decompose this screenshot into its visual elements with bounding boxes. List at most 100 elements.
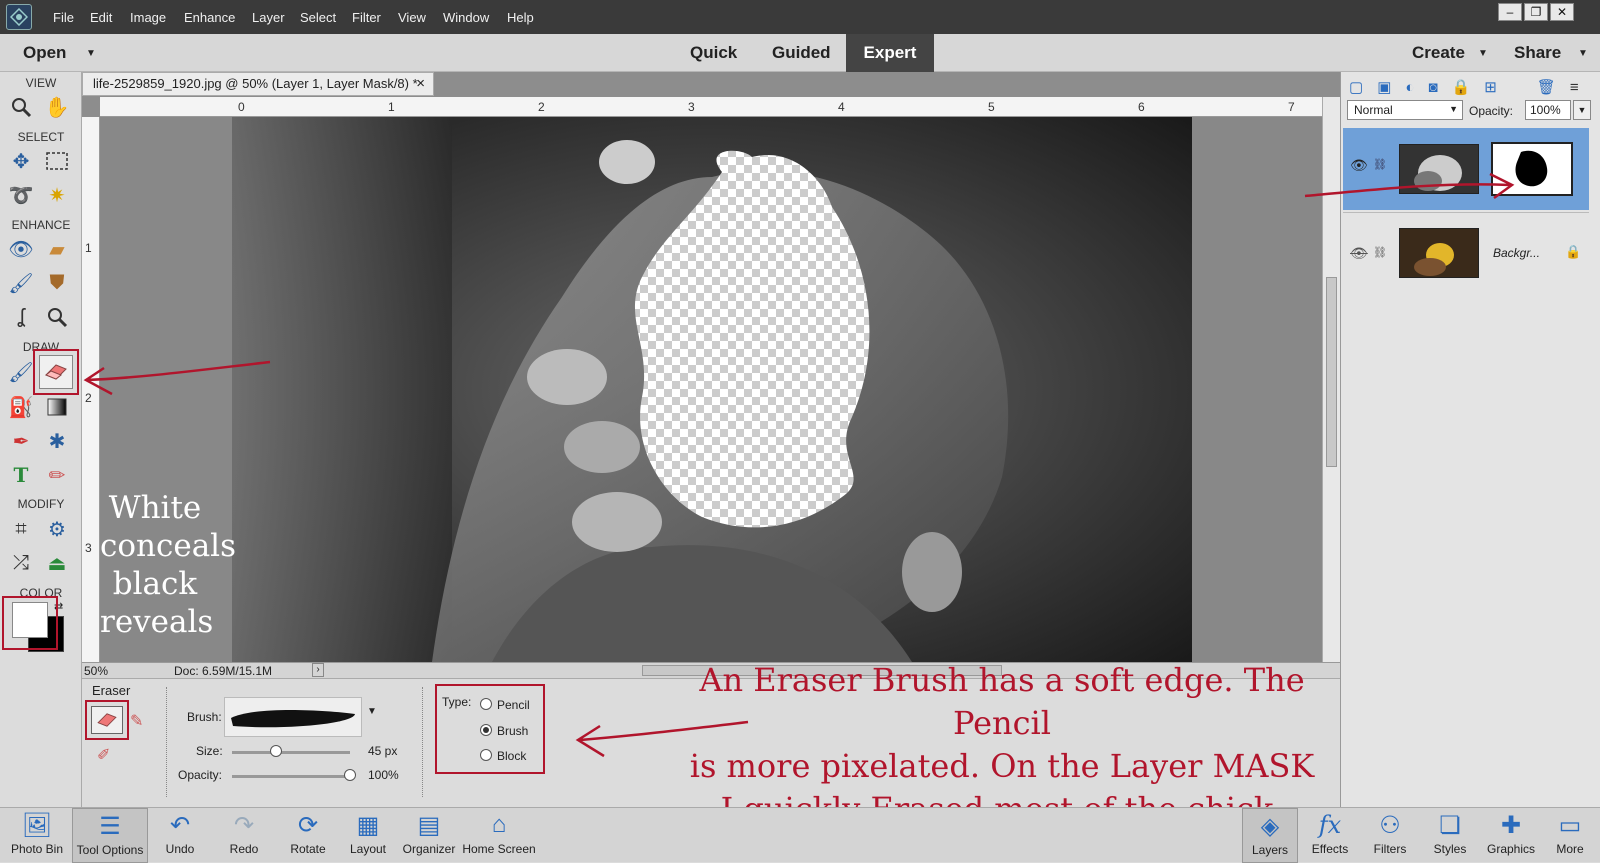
blend-mode-select[interactable]: Normal ▼: [1347, 100, 1463, 120]
panel-menu-icon[interactable]: ≡: [1570, 79, 1579, 96]
opacity-dropdown-icon[interactable]: ▼: [1573, 100, 1591, 120]
lock-transparent-icon[interactable]: ⊞: [1484, 78, 1497, 96]
rotate-button[interactable]: ⟳ Rotate: [280, 808, 336, 863]
menu-image[interactable]: Image: [130, 10, 166, 25]
layer1-thumbnail[interactable]: [1399, 144, 1479, 194]
photo-bin-button[interactable]: 🖼 Photo Bin: [5, 808, 69, 863]
lock-all-icon[interactable]: 🔒: [1452, 78, 1471, 96]
hand-tool-icon[interactable]: ✋: [42, 92, 72, 122]
color-picker-tool-icon[interactable]: ✒: [6, 426, 36, 456]
vertical-scroll-thumb[interactable]: [1326, 277, 1337, 467]
undo-button[interactable]: ↶ Undo: [152, 808, 208, 863]
organizer-button[interactable]: ▤ Organizer: [398, 808, 460, 863]
zoom-level[interactable]: 50%: [84, 664, 108, 678]
menu-file[interactable]: File: [53, 10, 74, 25]
link-icon[interactable]: ⛓: [1373, 246, 1387, 259]
open-dropdown-icon[interactable]: ▼: [86, 48, 96, 59]
image-canvas[interactable]: White conceals black reveals: [100, 117, 1322, 662]
tab-quick[interactable]: Quick: [690, 43, 737, 63]
visibility-eye-icon[interactable]: 👁: [1350, 157, 1368, 174]
adjustment-layer-icon[interactable]: ◐: [1405, 79, 1414, 96]
minimize-button[interactable]: –: [1498, 3, 1522, 21]
photo-hands-bw[interactable]: [232, 117, 1192, 662]
radio-pencil[interactable]: [480, 698, 492, 710]
menu-help[interactable]: Help: [507, 10, 534, 25]
menu-filter[interactable]: Filter: [352, 10, 381, 25]
effects-button[interactable]: fx Effects: [1302, 808, 1358, 863]
vertical-scrollbar[interactable]: [1322, 97, 1340, 662]
share-button[interactable]: Share: [1514, 43, 1561, 63]
menu-enhance[interactable]: Enhance: [184, 10, 235, 25]
document-tab[interactable]: life-2529859_1920.jpg @ 50% (Layer 1, La…: [82, 72, 434, 96]
status-menu-icon[interactable]: ›: [312, 663, 324, 677]
close-window-button[interactable]: ✕: [1550, 3, 1574, 21]
layer-mask-icon[interactable]: ◙: [1428, 79, 1437, 96]
type-tool-icon[interactable]: T: [6, 460, 36, 490]
styles-button[interactable]: ❏ Styles: [1422, 808, 1478, 863]
share-dropdown-icon[interactable]: ▼: [1578, 48, 1588, 59]
home-screen-button[interactable]: ⌂ Home Screen: [460, 808, 538, 863]
redo-button[interactable]: ↷ Redo: [216, 808, 272, 863]
tool-options-button[interactable]: ☰ Tool Options: [72, 808, 148, 863]
radio-brush[interactable]: [480, 724, 492, 736]
opacity-slider-thumb[interactable]: [344, 769, 356, 781]
hidden-eye-icon[interactable]: 👁: [1350, 245, 1368, 262]
open-button[interactable]: Open: [23, 43, 66, 63]
content-aware-move-tool-icon[interactable]: ⤮: [6, 548, 36, 578]
menu-view[interactable]: View: [398, 10, 426, 25]
link-icon[interactable]: ⛓: [1373, 158, 1387, 171]
magic-eraser-icon[interactable]: ✐: [97, 745, 110, 765]
layer-row-background[interactable]: 👁 ⛓ Backgr... 🔒: [1343, 212, 1589, 292]
brush-dropdown-icon[interactable]: ▼: [367, 706, 377, 717]
tab-expert[interactable]: Expert: [846, 34, 934, 72]
layer-mask-thumbnail[interactable]: [1491, 142, 1573, 196]
move-tool-icon[interactable]: ✥: [6, 146, 36, 176]
layers-button[interactable]: ◈ Layers: [1242, 808, 1298, 863]
new-layer-icon[interactable]: ▢: [1349, 78, 1363, 96]
size-value[interactable]: 45 px: [368, 744, 397, 758]
close-document-icon[interactable]: ×: [416, 73, 425, 95]
background-eraser-icon[interactable]: ✎: [130, 711, 143, 731]
brush-tool-icon[interactable]: 🖌: [6, 357, 36, 387]
opacity-slider-track[interactable]: [232, 775, 350, 778]
tab-guided[interactable]: Guided: [772, 43, 831, 63]
delete-layer-icon[interactable]: 🗑: [1537, 78, 1556, 96]
opacity-value[interactable]: 100%: [368, 768, 399, 782]
layout-button[interactable]: ▦ Layout: [344, 808, 392, 863]
magic-wand-tool-icon[interactable]: ✷: [42, 180, 72, 210]
create-dropdown-icon[interactable]: ▼: [1478, 48, 1488, 59]
sponge-tool-icon[interactable]: [42, 302, 72, 332]
blur-tool-icon[interactable]: ʆ: [6, 302, 36, 332]
new-group-icon[interactable]: ▣: [1377, 78, 1391, 96]
gradient-tool-icon[interactable]: [42, 392, 72, 422]
background-thumbnail[interactable]: [1399, 228, 1479, 278]
recompose-tool-icon[interactable]: ⚙: [42, 514, 72, 544]
custom-shape-tool-icon[interactable]: ✱: [42, 426, 72, 456]
red-eye-tool-icon[interactable]: 👁: [6, 234, 36, 264]
background-lock-icon[interactable]: 🔒: [1565, 244, 1581, 260]
menu-select[interactable]: Select: [300, 10, 336, 25]
paint-bucket-tool-icon[interactable]: ⛽: [6, 392, 36, 422]
marquee-tool-icon[interactable]: [42, 146, 72, 176]
size-slider-track[interactable]: [232, 751, 350, 754]
menu-edit[interactable]: Edit: [90, 10, 112, 25]
graphics-button[interactable]: ✚ Graphics: [1480, 808, 1542, 863]
zoom-tool-icon[interactable]: [6, 92, 36, 122]
menu-layer[interactable]: Layer: [252, 10, 285, 25]
radio-block[interactable]: [480, 749, 492, 761]
maximize-button[interactable]: ❐: [1524, 3, 1548, 21]
brush-preview[interactable]: [224, 697, 362, 737]
size-slider-thumb[interactable]: [269, 745, 282, 757]
filters-button[interactable]: ⚇ Filters: [1362, 808, 1418, 863]
straighten-tool-icon[interactable]: ⏏: [42, 548, 72, 578]
layer-row-layer1[interactable]: 👁 ⛓: [1343, 128, 1589, 210]
healing-brush-tool-icon[interactable]: ▰: [42, 234, 72, 264]
more-button[interactable]: ▭ More: [1544, 808, 1596, 863]
lasso-tool-icon[interactable]: ➰: [6, 180, 36, 210]
create-button[interactable]: Create: [1412, 43, 1465, 63]
menu-window[interactable]: Window: [443, 10, 489, 25]
smart-brush-tool-icon[interactable]: 🖌: [6, 268, 36, 298]
pencil-tool-icon[interactable]: ✏: [42, 460, 72, 490]
crop-tool-icon[interactable]: ⌗: [6, 514, 36, 544]
clone-stamp-tool-icon[interactable]: ⛊: [42, 268, 72, 298]
